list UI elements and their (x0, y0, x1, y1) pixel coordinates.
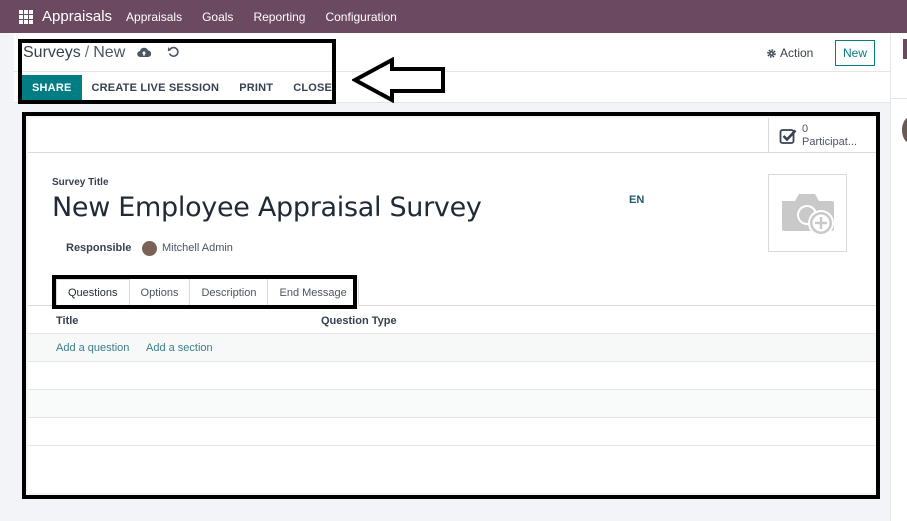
checkbox-checked-icon (779, 128, 797, 144)
app-name[interactable]: Appraisals (42, 8, 112, 25)
action-menu[interactable]: Action (766, 46, 813, 60)
apps-menu-icon[interactable] (19, 9, 33, 24)
questions-list-header: Title Question Type (28, 306, 876, 334)
add-line-row: Add a question Add a section (28, 334, 876, 362)
close-button[interactable]: CLOSE (283, 75, 342, 101)
participations-label: Participat... (802, 135, 858, 148)
action-label: Action (780, 46, 814, 60)
breadcrumb: Surveys / New (23, 44, 125, 62)
survey-image-upload[interactable] (768, 174, 847, 252)
button-box: 0 Participat... (28, 118, 876, 153)
responsible-avatar (142, 241, 157, 256)
add-question-link[interactable]: Add a question (56, 342, 129, 354)
survey-title-input[interactable]: New Employee Appraisal Survey (52, 192, 482, 223)
menu-goals[interactable]: Goals (202, 10, 233, 24)
tab-questions[interactable]: Questions (56, 279, 130, 306)
breadcrumb-current: New (93, 44, 126, 61)
control-panel: Surveys / New Action New SHARE CREATE LIVE… (14, 33, 890, 103)
responsible-field[interactable]: Mitchell Admin (162, 242, 233, 254)
survey-title-label: Survey Title (52, 177, 109, 188)
chatter-avatar (902, 117, 907, 143)
chatter-panel (890, 33, 907, 521)
annotation-arrow-icon (352, 57, 445, 103)
send-message-button[interactable] (903, 39, 907, 59)
menu-reporting[interactable]: Reporting (253, 10, 305, 24)
menu-configuration[interactable]: Configuration (325, 10, 396, 24)
tab-description[interactable]: Description (190, 279, 269, 306)
breadcrumb-surveys[interactable]: Surveys (23, 44, 81, 61)
undo-icon[interactable] (167, 45, 180, 58)
breadcrumb-separator: / (84, 44, 90, 61)
notebook-tabs: Questions Options Description End Messag… (56, 279, 359, 306)
column-title[interactable]: Title (56, 315, 78, 327)
new-button[interactable]: New (835, 40, 875, 66)
tab-options[interactable]: Options (129, 279, 191, 306)
tab-end-message[interactable]: End Message (268, 279, 359, 306)
print-button[interactable]: PRINT (229, 75, 283, 101)
language-button[interactable]: EN (629, 194, 644, 206)
add-section-link[interactable]: Add a section (146, 342, 213, 354)
cloud-upload-icon[interactable] (137, 46, 151, 58)
empty-row (28, 390, 876, 418)
responsible-label: Responsible (66, 242, 132, 254)
camera-add-icon (781, 194, 834, 236)
gear-icon (767, 48, 776, 58)
participations-stat-button[interactable]: 0 Participat... (768, 118, 876, 153)
empty-row (28, 418, 876, 446)
empty-row (28, 362, 876, 390)
column-question-type[interactable]: Question Type (321, 315, 397, 327)
share-button[interactable]: SHARE (22, 74, 82, 101)
chatter-divider (891, 98, 907, 99)
form-sheet: 0 Participat... Survey Title New Employe… (28, 118, 876, 493)
menu-appraisals[interactable]: Appraisals (126, 10, 182, 24)
participations-count: 0 (802, 122, 809, 135)
create-live-session-button[interactable]: CREATE LIVE SESSION (82, 75, 230, 101)
top-navbar: Appraisals Appraisals Goals Reporting Co… (0, 0, 907, 33)
